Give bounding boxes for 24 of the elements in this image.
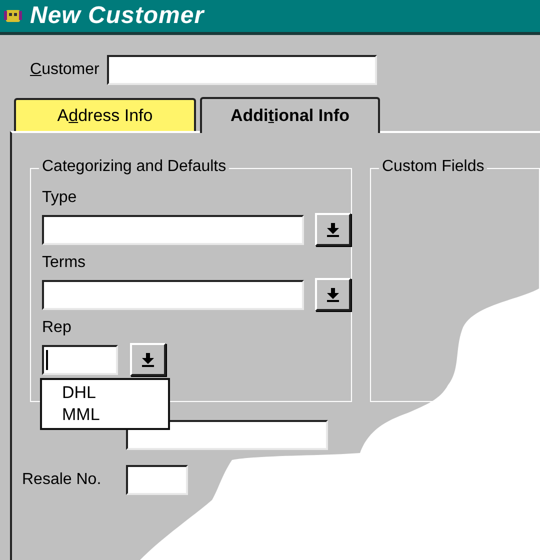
list-option[interactable]: MML <box>62 404 168 426</box>
rep-field[interactable] <box>42 344 118 374</box>
group-title: Categorizing and Defaults <box>39 158 230 176</box>
field-label: Terms <box>42 254 86 272</box>
dropdown-button[interactable] <box>315 278 351 311</box>
field-label: Type <box>42 189 77 207</box>
down-arrow-icon <box>327 222 339 236</box>
down-arrow-icon <box>327 288 339 302</box>
combo-field[interactable] <box>42 280 304 310</box>
tab[interactable]: Address Info <box>14 98 196 131</box>
customer-field[interactable] <box>107 55 378 85</box>
window-title: New Customer <box>30 2 204 30</box>
down-arrow-icon <box>142 352 154 366</box>
combo-field[interactable] <box>42 214 304 244</box>
dropdown-button[interactable] <box>130 343 166 376</box>
field-label: Resale No. <box>22 471 102 489</box>
text-cursor <box>46 350 48 370</box>
dropdown-button[interactable] <box>315 213 351 246</box>
list-option[interactable]: DHL <box>62 382 168 404</box>
customer-label: Customer <box>30 61 100 79</box>
text-field[interactable] <box>126 420 328 450</box>
tab[interactable]: Additional Info <box>200 97 380 133</box>
text-field[interactable] <box>126 465 188 495</box>
field-label: Rep <box>42 319 72 337</box>
